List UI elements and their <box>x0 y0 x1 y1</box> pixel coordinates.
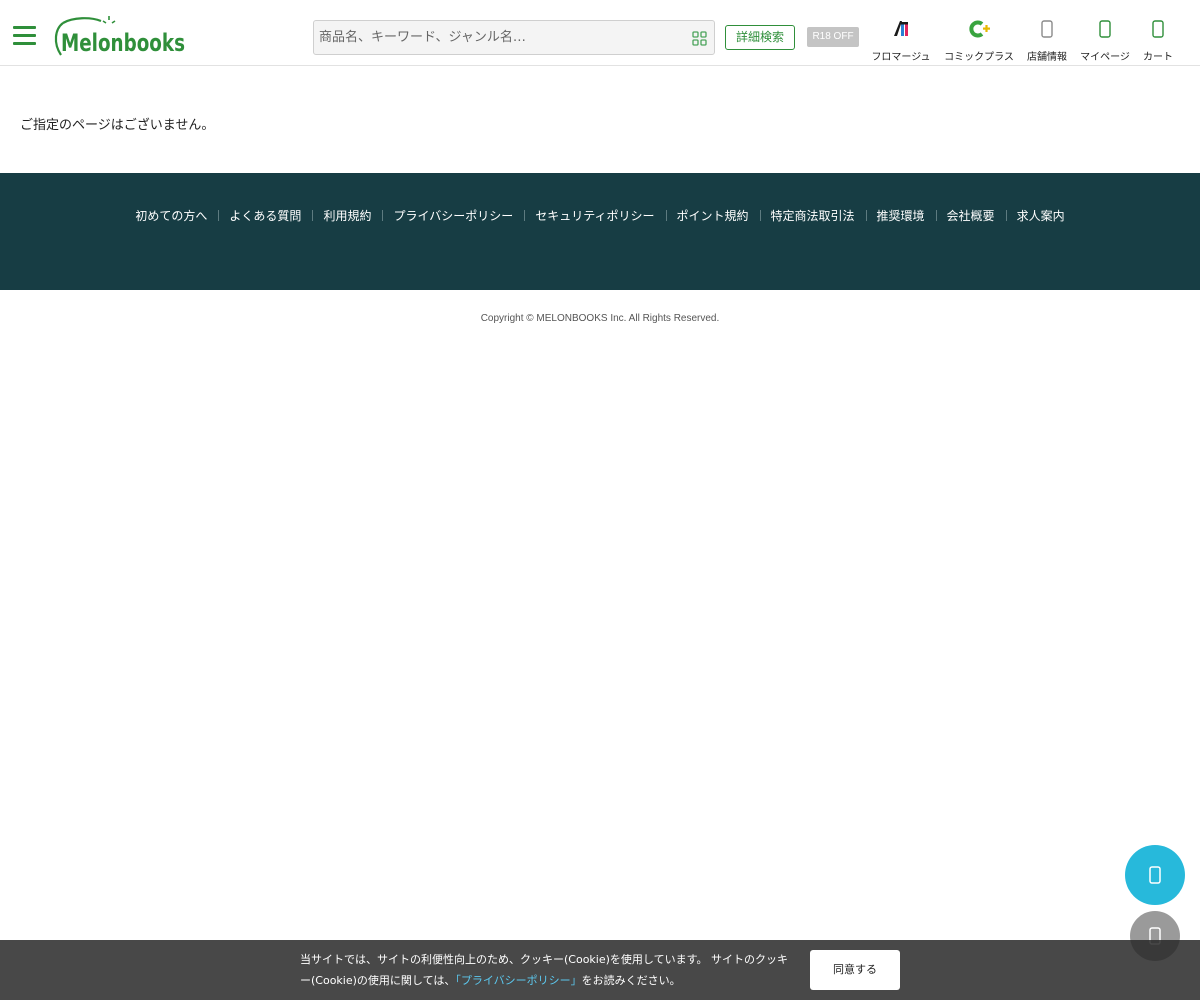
page-not-found-message: ご指定のページはございません。 <box>20 118 215 133</box>
copyright-text: Copyright © MELONBOOKS Inc. All Rights R… <box>480 313 720 324</box>
cookie-agree-button[interactable]: 同意する <box>810 950 900 990</box>
melonbooks-logo[interactable]: Melonbooks <box>51 15 191 59</box>
nav-store-info[interactable]: 店舗情報 <box>1024 16 1070 64</box>
comicplus-logo-icon <box>969 20 990 38</box>
cookie-notice-text: 当サイトでは、サイトの利便性向上のため、クッキー(Cookie)を使用しています… <box>300 949 790 991</box>
nav-fromage[interactable]: フロマージュ <box>869 16 933 64</box>
footer-link-faq[interactable]: よくある質問 <box>218 207 312 224</box>
site-header: Melonbooks 詳細検索 R18 OFF フロマージュ コミックプラス <box>0 0 1200 66</box>
nav-store-info-label: 店舗情報 <box>1027 52 1067 63</box>
chat-icon <box>1149 866 1161 884</box>
nav-cart-label: カート <box>1143 52 1173 63</box>
nav-comicplus-label: コミックプラス <box>944 52 1014 63</box>
nav-mypage-label: マイページ <box>1080 52 1130 63</box>
footer-link-careers[interactable]: 求人案内 <box>1005 207 1076 224</box>
cart-icon <box>1152 20 1164 38</box>
search-box <box>313 20 715 55</box>
footer-link-company[interactable]: 会社概要 <box>935 207 1006 224</box>
nav-cart[interactable]: カート <box>1140 16 1176 64</box>
footer-link-privacy-policy[interactable]: プライバシーポリシー <box>382 207 524 224</box>
grid-search-icon[interactable] <box>692 31 707 46</box>
hamburger-menu-icon[interactable] <box>13 26 36 46</box>
site-footer: 初めての方へ よくある質問 利用規約 プライバシーポリシー セキュリティポリシー ポイント… <box>0 173 1200 290</box>
svg-text:Melonbooks: Melonbooks <box>61 29 185 57</box>
cookie-consent-bar: 当サイトでは、サイトの利便性向上のため、クッキー(Cookie)を使用しています… <box>0 940 1200 1000</box>
advanced-search-button[interactable]: 詳細検索 <box>725 25 795 50</box>
user-icon <box>1099 20 1111 38</box>
footer-link-point-terms[interactable]: ポイント規約 <box>665 207 760 224</box>
nav-fromage-label: フロマージュ <box>871 52 931 63</box>
footer-link-terms[interactable]: 利用規約 <box>312 207 382 224</box>
store-icon <box>1041 20 1053 38</box>
search-input[interactable] <box>314 21 684 54</box>
r18-toggle[interactable]: R18 OFF <box>807 27 859 47</box>
fromage-logo-icon <box>894 21 908 36</box>
footer-link-first-time[interactable]: 初めての方へ <box>124 207 218 224</box>
nav-mypage[interactable]: マイページ <box>1078 16 1132 64</box>
footer-link-security-policy[interactable]: セキュリティポリシー <box>524 207 665 224</box>
footer-nav: 初めての方へ よくある質問 利用規約 プライバシーポリシー セキュリティポリシー ポイント… <box>0 207 1200 224</box>
chat-button[interactable] <box>1125 845 1185 905</box>
cookie-text-after: をお読みください。 <box>581 974 681 987</box>
cookie-privacy-policy-link[interactable]: 「プライバシーポリシー」 <box>455 974 581 987</box>
footer-link-environment[interactable]: 推奨環境 <box>865 207 936 224</box>
nav-comicplus[interactable]: コミックプラス <box>941 16 1017 64</box>
footer-link-commercial-law[interactable]: 特定商法取引法 <box>759 207 866 224</box>
